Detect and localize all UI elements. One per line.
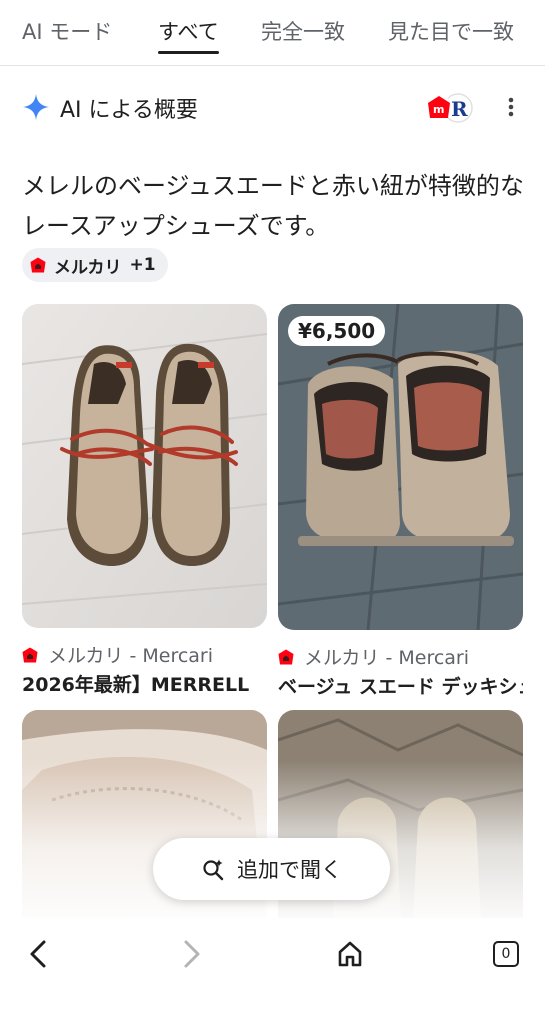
tab-count-badge: 0 <box>493 941 519 967</box>
ai-overview-header: AI による概要 R m <box>22 88 527 128</box>
home-button[interactable] <box>328 932 372 976</box>
result-source[interactable]: メルカリ - Mercari <box>278 644 523 668</box>
browser-bottom-bar: 0 <box>0 918 545 1024</box>
chevron-left-icon <box>30 940 46 968</box>
result-source[interactable]: メルカリ - Mercari <box>22 642 267 666</box>
active-tab-indicator <box>158 51 219 54</box>
more-vert-icon <box>508 97 514 117</box>
source-chip-count: +1 <box>129 255 156 275</box>
shoe-image <box>278 304 523 630</box>
ask-followup-label: 追加で聞く <box>237 858 342 882</box>
result-thumbnail[interactable] <box>22 304 267 628</box>
shoe-image <box>22 710 267 940</box>
tab-label: 見た目で一致 <box>388 20 514 44</box>
result-thumbnail[interactable]: ¥6,500 <box>278 304 523 630</box>
tab-exact-match[interactable]: 完全一致 <box>261 16 345 52</box>
mercari-icon <box>22 646 38 663</box>
gemini-sparkle-icon <box>23 94 49 120</box>
tab-all[interactable]: すべて <box>158 16 219 54</box>
forward-button[interactable] <box>170 932 214 976</box>
result-source-label: メルカリ - Mercari <box>304 646 470 669</box>
tab-switcher-button[interactable]: 0 <box>484 932 528 976</box>
source-chip[interactable]: メルカリ +1 <box>22 248 168 282</box>
svg-text:R: R <box>451 97 468 121</box>
search-mode-tabs: AI モード すべて 完全一致 見た目で一致 <box>0 0 545 66</box>
chevron-right-icon <box>184 940 200 968</box>
back-button[interactable] <box>16 932 60 976</box>
mercari-icon <box>278 648 294 665</box>
source-chip-label: メルカリ <box>54 257 122 278</box>
result-title[interactable]: ベージュ スエード デッキシューズ <box>278 672 523 700</box>
result-thumbnail[interactable] <box>22 710 267 940</box>
search-sparkle-icon <box>203 859 224 881</box>
ai-overview-summary: メレルのベージュスエードと赤い紐が特徴的なレースアップシューズです。 <box>22 172 524 240</box>
mercari-icon <box>30 257 46 273</box>
tab-label: すべて <box>158 20 219 44</box>
svg-text:m: m <box>433 103 444 116</box>
price-badge: ¥6,500 <box>288 316 386 346</box>
more-options-button[interactable] <box>496 92 526 122</box>
shoe-image <box>22 304 267 628</box>
result-thumbnail[interactable] <box>278 710 523 940</box>
source-logos-icon[interactable]: R m <box>424 91 476 125</box>
home-icon <box>338 941 362 967</box>
tab-visual-match[interactable]: 見た目で一致 <box>388 16 514 52</box>
tab-label: 完全一致 <box>261 20 345 44</box>
ask-followup-button[interactable]: 追加で聞く <box>153 838 390 900</box>
result-title[interactable]: 2026年最新】MERRELL <box>22 670 267 698</box>
result-source-label: メルカリ - Mercari <box>48 644 214 667</box>
tab-label: AI モード <box>22 20 113 44</box>
shoe-image <box>278 710 523 940</box>
ai-overview-title: AI による概要 <box>60 98 198 123</box>
tab-ai-mode[interactable]: AI モード <box>22 16 112 52</box>
